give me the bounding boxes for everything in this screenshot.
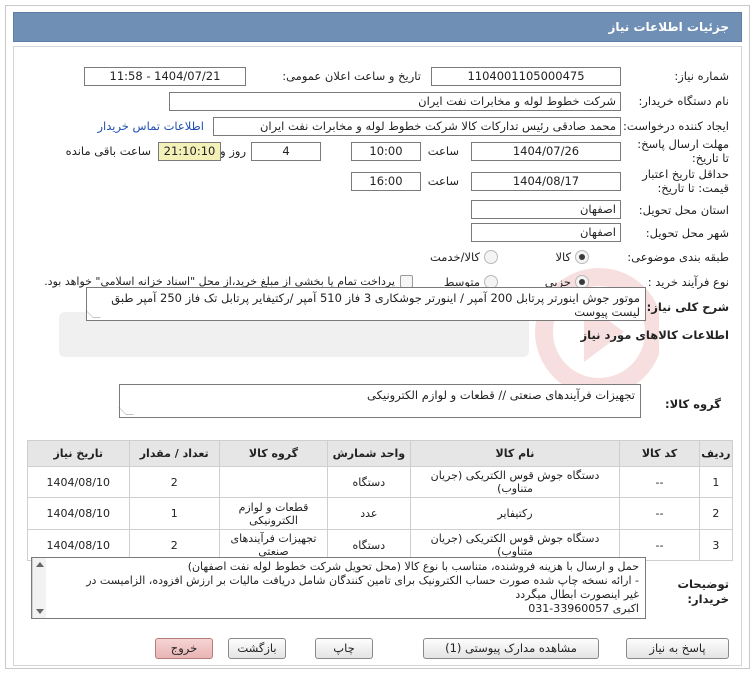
col-header-row-number: ردیف — [698, 440, 734, 467]
details-panel: شماره نیاز: 1104001105000475 تاریخ و ساع… — [13, 46, 742, 666]
notes-line: - ارائه نسخه چاپ شده صورت حساب الکترونیک… — [86, 574, 639, 587]
cell-unit: عدد — [327, 497, 411, 530]
cell-row-number: 1 — [698, 466, 734, 498]
table-row[interactable]: 2 -- رکتیفایر عدد قطعات و لوازم الکترونی… — [27, 497, 734, 530]
table-header-row: ردیف کد کالا نام کالا واحد شمارش گروه کا… — [27, 440, 734, 467]
col-header-code: کد کالا — [619, 440, 700, 467]
cell-unit: دستگاه — [327, 466, 411, 498]
goods-table: ردیف کد کالا نام کالا واحد شمارش گروه کا… — [27, 440, 734, 561]
goods-group-textarea: تجهیزات فرآیندهای صنعتی // قطعات و لوازم… — [118, 384, 641, 418]
description-textarea: موتور جوش اینورتر پرتابل 200 آمپر / اینو… — [85, 287, 646, 321]
notes-line: اکبری 33960057-031 — [528, 602, 639, 615]
goods-group-text: تجهیزات فرآیندهای صنعتی // قطعات و لوازم… — [367, 388, 635, 402]
cell-date: 1404/08/10 — [27, 529, 130, 561]
cell-code: -- — [619, 466, 700, 498]
scroll-down-icon[interactable] — [36, 609, 44, 614]
category-label: طبقه بندی موضوعی: — [627, 250, 729, 264]
description-label: شرح کلی نیاز: — [646, 300, 729, 314]
resize-handle-icon[interactable] — [85, 310, 101, 318]
reply-deadline-label: مهلت ارسال پاسخ: تا تاریخ: — [637, 137, 729, 165]
creator-field: محمد صادقی رئیس تدارکات کالا شرکت خطوط ل… — [213, 117, 621, 136]
goods-info-heading: اطلاعات کالاهای مورد نیاز — [580, 328, 729, 342]
buyer-notes-textarea: حمل و ارسال با هزینه فروشنده، متناسب با … — [31, 557, 646, 619]
cell-row-number: 2 — [698, 497, 734, 530]
cell-unit: دستگاه — [327, 529, 411, 561]
city-label: شهر محل تحویل: — [645, 226, 729, 240]
price-validity-label: حداقل تاریخ اعتبار قیمت: تا تاریخ: — [642, 167, 729, 195]
cell-group: تجهیزات فرآیندهای صنعتی — [218, 529, 329, 561]
col-header-name: نام کالا — [409, 440, 621, 467]
announce-datetime-label: تاریخ و ساعت اعلان عمومی: — [282, 69, 421, 83]
remaining-time-label: ساعت باقی مانده — [65, 144, 151, 158]
buyer-org-field: شرکت خطوط لوله و مخابرات نفت ایران — [169, 92, 621, 111]
province-label: استان محل تحویل: — [638, 203, 729, 217]
cell-qty: 2 — [128, 529, 220, 561]
title-bar: جزئیات اطلاعات نیاز — [13, 12, 742, 42]
reply-time-label: ساعت — [427, 144, 459, 158]
cell-group — [218, 466, 329, 498]
buyer-notes-label: توضیحات خریدار: — [677, 577, 730, 606]
scroll-up-icon[interactable] — [36, 562, 44, 567]
days-remaining-field: 4 — [251, 142, 321, 161]
exit-button[interactable]: خروج — [155, 638, 213, 659]
back-button[interactable]: بازگشت — [228, 638, 286, 659]
creator-label: ایجاد کننده درخواست: — [623, 119, 729, 133]
price-validity-time-label: ساعت — [427, 174, 459, 188]
cell-qty: 2 — [128, 466, 220, 498]
notes-scrollbar[interactable] — [32, 558, 46, 618]
process-type-label: نوع فرآیند خرید : — [647, 275, 729, 289]
cell-name: دستگاه جوش قوس الکتریکی (جریان متناوب) — [409, 466, 621, 498]
col-header-date: تاریخ نیاز — [27, 440, 130, 467]
col-header-qty: تعداد / مقدار — [128, 440, 220, 467]
cell-name: دستگاه جوش قوس الکتریکی (جریان متناوب) — [409, 529, 621, 561]
cell-code: -- — [619, 529, 700, 561]
col-header-unit: واحد شمارش — [327, 440, 411, 467]
announce-datetime-field: 1404/07/21 - 11:58 — [84, 67, 246, 86]
description-text: موتور جوش اینورتر پرتابل 200 آمپر / اینو… — [111, 291, 640, 319]
cell-row-number: 3 — [698, 529, 734, 561]
col-header-group: گروه کالا — [218, 440, 329, 467]
cell-date: 1404/08/10 — [27, 466, 130, 498]
cell-date: 1404/08/10 — [27, 497, 130, 530]
category-option-goods: کالا — [555, 250, 571, 264]
goods-group-label: گروه کالا: — [665, 397, 721, 411]
province-field: اصفهان — [471, 200, 621, 219]
buyer-contact-link[interactable]: اطلاعات تماس خریدار — [97, 119, 204, 133]
city-field: اصفهان — [471, 223, 621, 242]
cell-code: -- — [619, 497, 700, 530]
table-row[interactable]: 1 -- دستگاه جوش قوس الکتریکی (جریان متنا… — [27, 466, 734, 498]
resize-handle-icon[interactable] — [118, 407, 134, 415]
page-title: جزئیات اطلاعات نیاز — [608, 20, 729, 34]
cell-name: رکتیفایر — [409, 497, 621, 530]
print-button[interactable]: چاپ — [315, 638, 373, 659]
category-radio-goods[interactable] — [575, 250, 589, 264]
category-radio-goods-service[interactable] — [484, 250, 498, 264]
remaining-time-field: 21:10:10 — [158, 142, 221, 161]
cell-qty: 1 — [128, 497, 220, 530]
buyer-org-label: نام دستگاه خریدار: — [638, 94, 729, 108]
view-attachments-button[interactable]: مشاهده مدارک پیوستی (1) — [423, 638, 599, 659]
reply-button[interactable]: پاسخ به نیاز — [626, 638, 729, 659]
need-number-label: شماره نیاز: — [674, 69, 729, 83]
cell-group: قطعات و لوازم الکترونیکی — [218, 497, 329, 530]
need-number-field: 1104001105000475 — [431, 67, 621, 86]
notes-line: غیر اینصورت ابطال میگردد — [515, 588, 639, 601]
notes-line: حمل و ارسال با هزینه فروشنده، متناسب با … — [187, 560, 639, 573]
reply-date-field: 1404/07/26 — [471, 142, 621, 161]
price-validity-date-field: 1404/08/17 — [471, 172, 621, 191]
category-option-goods-service: کالا/خدمت — [429, 250, 480, 264]
table-row[interactable]: 3 -- دستگاه جوش قوس الکتریکی (جریان متنا… — [27, 529, 734, 561]
reply-time-field: 10:00 — [351, 142, 421, 161]
days-label: روز و — [220, 144, 246, 158]
price-validity-time-field: 16:00 — [351, 172, 421, 191]
